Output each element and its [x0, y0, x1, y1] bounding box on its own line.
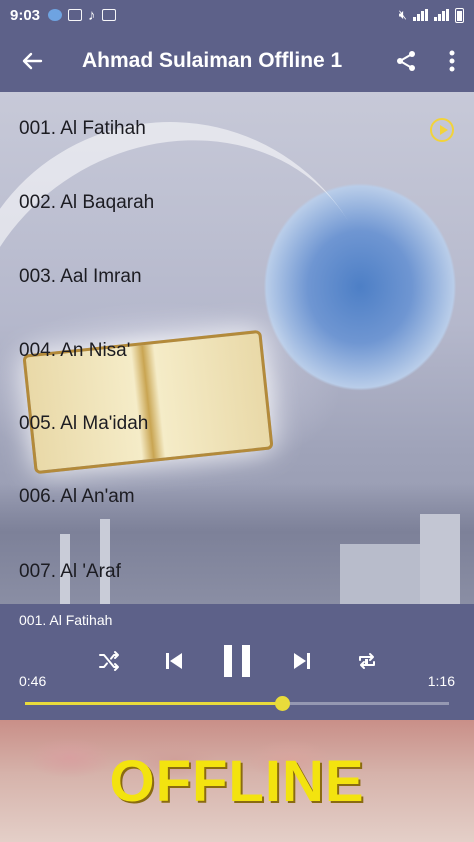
- status-time: 9:03: [10, 6, 41, 24]
- current-time: 0:46: [19, 673, 47, 689]
- offline-banner[interactable]: OFFLINE: [0, 720, 474, 842]
- total-time: 1:16: [427, 673, 455, 689]
- now-playing-title: 001. Al Fatihah: [19, 612, 113, 628]
- signal-icon: [413, 9, 428, 21]
- storage-icon: [101, 9, 116, 21]
- banner-text: OFFLINE: [109, 749, 365, 814]
- system-icons: 🔇︎: [399, 7, 464, 23]
- share-icon[interactable]: [382, 30, 430, 92]
- signal-icon: [434, 9, 449, 21]
- app-bar: Ahmad Sulaiman Offline 1: [0, 30, 474, 92]
- track-title: 005. Al Ma'idah: [19, 413, 149, 434]
- list-item[interactable]: 001. Al Fatihah: [0, 109, 474, 149]
- list-item[interactable]: 007. Al 'Araf: [0, 552, 474, 592]
- list-item[interactable]: 005. Al Ma'idah: [0, 404, 474, 444]
- seek-bar[interactable]: [25, 696, 449, 711]
- pause-icon[interactable]: [218, 644, 256, 678]
- track-title: 004. An Nisa': [19, 340, 131, 361]
- app-icon: [48, 9, 63, 21]
- mute-icon: 🔇︎: [398, 7, 407, 22]
- list-item[interactable]: 003. Aal Imran: [0, 257, 474, 297]
- seek-thumb[interactable]: [274, 696, 290, 711]
- skip-previous-icon[interactable]: [157, 644, 191, 678]
- arrow-left-icon[interactable]: [0, 30, 64, 92]
- skip-next-icon[interactable]: [285, 644, 319, 678]
- track-title: 001. Al Fatihah: [19, 118, 146, 139]
- track-title: 007. Al 'Araf: [19, 561, 121, 582]
- repeat-icon[interactable]: [350, 644, 384, 678]
- now-playing-icon[interactable]: [430, 118, 454, 142]
- notification-icons: ♪: [48, 7, 116, 24]
- battery-icon: [455, 7, 464, 23]
- track-title: 002. Al Baqarah: [19, 192, 155, 213]
- image-icon: [68, 9, 83, 21]
- list-item[interactable]: 004. An Nisa': [0, 331, 474, 371]
- list-item[interactable]: 006. Al An'am: [0, 477, 474, 517]
- page-title: Ahmad Sulaiman Offline 1: [82, 49, 343, 72]
- track-list: 001. Al Fatihah 002. Al Baqarah 003. Aal…: [0, 92, 474, 604]
- shuffle-icon[interactable]: [92, 644, 126, 678]
- media-player: 001. Al Fatihah 0:46 1:16: [0, 604, 474, 720]
- more-vertical-icon[interactable]: [430, 30, 474, 92]
- seek-bar-fill: [25, 702, 282, 705]
- status-bar: 9:03 ♪ 🔇︎: [0, 0, 474, 30]
- track-title: 006. Al An'am: [19, 486, 135, 507]
- music-icon: ♪: [88, 6, 96, 24]
- list-item[interactable]: 002. Al Baqarah: [0, 183, 474, 223]
- track-title: 003. Aal Imran: [19, 266, 142, 287]
